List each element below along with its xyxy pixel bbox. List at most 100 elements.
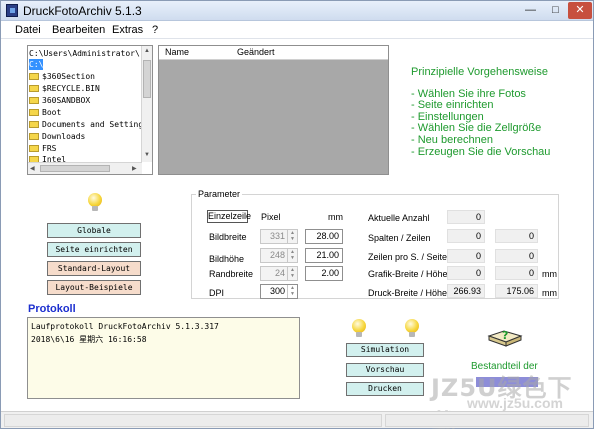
menu-bar: Datei Bearbeiten Extras ? [1,21,593,39]
aktuelle-anzahl-value: 0 [447,210,485,224]
seite-einrichten-button[interactable]: Seite einrichten [47,242,141,257]
druck-breite-hoehe-label: Druck-Breite / Höhe [368,288,448,298]
randbreite-label: Randbreite [209,269,254,279]
grafik-breite-hoehe-label: Grafik-Breite / Höhe [368,269,448,279]
bildhoehe-pixel-stepper[interactable]: 248 ▲ ▼ [260,248,298,263]
folder-icon [29,133,39,140]
protokoll-title: Protokoll [28,303,76,315]
folder-item[interactable]: FRS [29,143,56,154]
dpi-label: DPI [209,288,225,298]
scroll-left-icon[interactable]: ◀ [30,165,35,172]
dpi-stepper[interactable]: 300 ▲ ▼ [260,284,298,299]
folder-item[interactable]: Downloads [29,131,85,142]
guide-step: - Erzeugen Sie die Vorschau [411,146,551,158]
bildhoehe-label: Bildhöhe [209,254,245,264]
folder-icon [29,97,39,104]
einzelzeile-checkbox[interactable]: Einzelzeile [207,210,251,223]
mm-column-label: mm [328,212,343,222]
stepper-arrows-icon[interactable]: ▲ ▼ [287,249,297,262]
grafik-unit-label: mm [542,269,557,279]
guide-title: Prinzipielle Vorgehensweise [411,66,548,78]
column-name[interactable]: Name [165,47,189,57]
dirlist-vertical-scrollbar[interactable]: ▲ ▼ [141,46,152,162]
folder-icon [29,109,39,116]
dir-drive-label: C:\ [29,60,44,69]
drucken-button[interactable]: Drucken [346,382,424,396]
druck-breite-value: 266.93 [447,284,485,298]
menu-extras[interactable]: Extras [112,24,143,36]
scroll-thumb[interactable] [143,60,151,98]
stepper-arrows-icon[interactable]: ▲ ▼ [287,285,297,298]
lightbulb-icon [88,193,102,211]
folder-icon [29,73,39,80]
folder-item[interactable]: $360Section [29,71,95,82]
randbreite-pixel-stepper[interactable]: 24 ▲ ▼ [260,266,298,281]
menu-bearbeiten[interactable]: Bearbeiten [52,24,105,36]
vorschau-button[interactable]: Vorschau [346,363,424,377]
svg-text:?: ? [502,329,508,342]
stepper-arrows-icon[interactable]: ▲ ▼ [287,267,297,280]
scroll-right-icon[interactable]: ▶ [132,165,137,172]
folder-label: FRS [42,144,57,153]
zeilen-value: 0 [495,229,538,243]
lightbulb-icon [352,319,366,337]
status-bar [1,411,593,428]
folder-item[interactable]: Documents and Settings [29,119,148,130]
title-bar: DruckFotoArchiv 5.1.3 — □ ✕ [1,1,593,21]
status-pane [4,414,382,427]
folder-label: Boot [42,108,62,117]
folder-item[interactable]: 360SANDBOX [29,95,90,106]
log-line: 2018\6\16 星期六 16:16:58 [31,335,147,344]
minimize-button[interactable]: — [518,2,543,19]
dir-drive-item[interactable]: C:\ [29,59,44,70]
close-button[interactable]: ✕ [568,2,592,19]
menu-datei[interactable]: Datei [15,24,41,36]
log-line: Laufprotokoll DruckFotoArchiv 5.1.3.317 [31,322,219,331]
scroll-up-icon[interactable]: ▲ [144,48,150,54]
app-icon [6,4,18,17]
maximize-button[interactable]: □ [543,2,568,19]
guide-step: - Wählen Sie die Zellgröße [411,122,542,134]
dirlist-horizontal-scrollbar[interactable]: ◀ ▶ [28,162,142,174]
druck-hoehe-value: 175.06 [495,284,538,298]
simulation-button[interactable]: Simulation [346,343,424,357]
lightbulb-icon [405,319,419,337]
bildbreite-pixel-stepper[interactable]: 331 ▲ ▼ [260,229,298,244]
folder-label: 360SANDBOX [42,96,91,105]
protokoll-log[interactable]: Laufprotokoll DruckFotoArchiv 5.1.3.317 … [27,317,300,399]
grafik-hoehe-value: 0 [495,266,538,280]
folder-label: Documents and Settings [42,120,148,129]
dir-path-label: C:\Users\Administrator\ [29,49,140,58]
file-list[interactable]: Name Geändert [158,45,389,175]
dir-path-item[interactable]: C:\Users\Administrator\ [29,48,140,59]
bildhoehe-mm-field[interactable]: 21.00 [305,248,343,263]
bildbreite-mm-field[interactable]: 28.00 [305,229,343,244]
directory-list[interactable]: C:\Users\Administrator\ C:\ $360Section … [27,45,153,175]
folder-icon [29,145,39,152]
file-list-header: Name Geändert [159,46,388,60]
folder-label: Downloads [42,132,86,141]
stepper-value: 331 [269,231,285,241]
window-title: DruckFotoArchiv 5.1.3 [23,4,142,18]
seiten-value: 0 [495,249,538,263]
aktuelle-anzahl-label: Aktuelle Anzahl [368,213,430,223]
folder-item[interactable]: $RECYCLE.BIN [29,83,100,94]
randbreite-mm-field[interactable]: 2.00 [305,266,343,281]
parameter-caption: Parameter [196,189,243,199]
column-changed[interactable]: Geändert [237,47,275,57]
stepper-value: 248 [269,250,285,260]
standard-layout-button[interactable]: Standard-Layout [47,261,141,276]
spalten-zeilen-label: Spalten / Zeilen [368,233,431,243]
guide-step: - Seite einrichten [411,99,494,111]
scroll-thumb[interactable] [40,165,110,172]
scroll-down-icon[interactable]: ▼ [144,152,150,158]
help-book-icon[interactable]: ? [487,327,523,353]
zeilen-pro-seite-label: Zeilen pro S. / Seiten [368,252,453,262]
folder-item[interactable]: Boot [29,107,61,118]
globale-button[interactable]: Globale [47,223,141,238]
menu-help[interactable]: ? [152,24,158,36]
stepper-arrows-icon[interactable]: ▲ ▼ [287,230,297,243]
layout-beispiele-button[interactable]: Layout-Beispiele [47,280,141,295]
progress-pane [385,414,589,427]
bildbreite-label: Bildbreite [209,232,247,242]
